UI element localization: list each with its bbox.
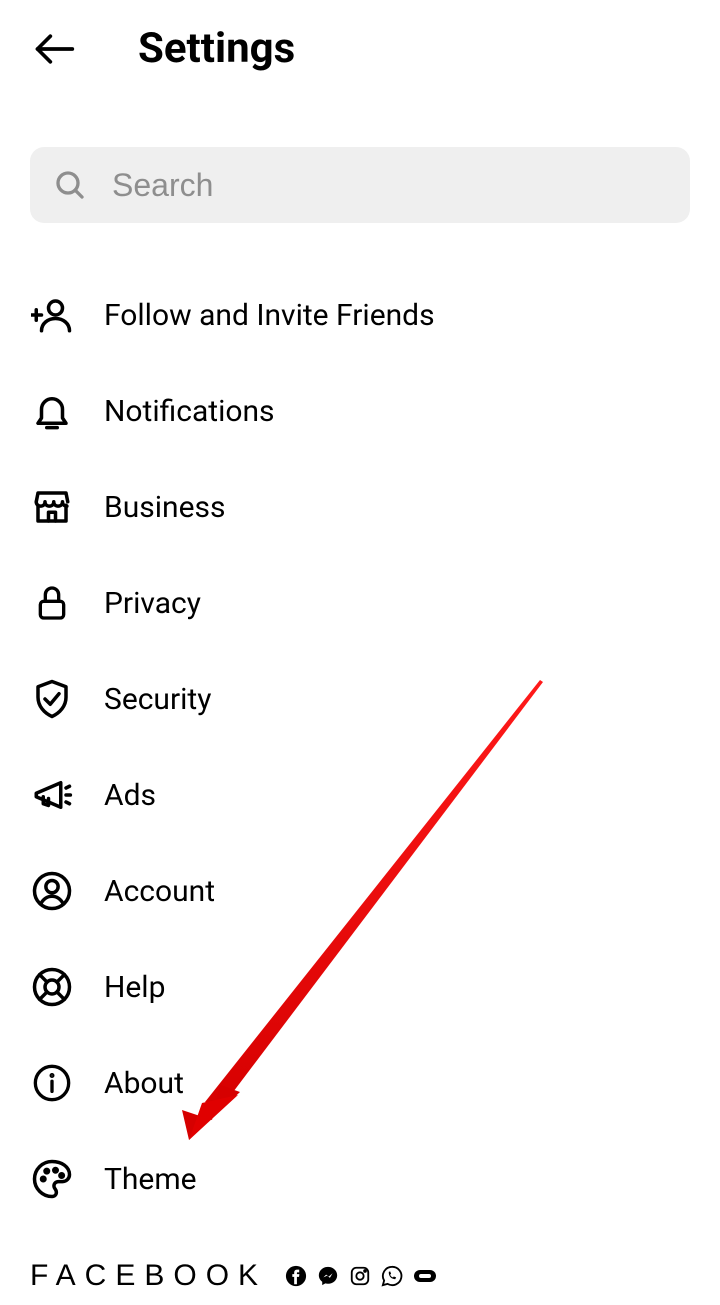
back-button[interactable] bbox=[30, 25, 78, 73]
menu-item-business[interactable]: Business bbox=[0, 459, 720, 555]
menu-item-account[interactable]: Account bbox=[0, 843, 720, 939]
menu-label: Account bbox=[104, 874, 215, 909]
menu-label: Help bbox=[104, 970, 165, 1005]
oculus-icon bbox=[413, 1268, 437, 1284]
menu-item-theme[interactable]: Theme bbox=[0, 1131, 720, 1227]
info-circle-icon bbox=[30, 1061, 74, 1105]
menu-item-ads[interactable]: Ads bbox=[0, 747, 720, 843]
page-title: Settings bbox=[138, 24, 295, 73]
megaphone-icon bbox=[30, 773, 74, 817]
footer: FACEBOOK bbox=[30, 1259, 437, 1293]
whatsapp-icon bbox=[381, 1265, 403, 1287]
person-plus-icon bbox=[30, 293, 74, 337]
bell-icon bbox=[30, 389, 74, 433]
instagram-icon bbox=[349, 1265, 371, 1287]
settings-menu: Follow and Invite Friends Notifications … bbox=[0, 267, 720, 1227]
menu-label: Follow and Invite Friends bbox=[104, 298, 435, 333]
menu-item-notifications[interactable]: Notifications bbox=[0, 363, 720, 459]
menu-label: Theme bbox=[104, 1162, 197, 1197]
menu-label: Business bbox=[104, 490, 225, 525]
menu-item-about[interactable]: About bbox=[0, 1035, 720, 1131]
lock-icon bbox=[30, 581, 74, 625]
facebook-icon bbox=[285, 1265, 307, 1287]
palette-icon bbox=[30, 1157, 74, 1201]
menu-label: Notifications bbox=[104, 394, 275, 429]
search-input[interactable] bbox=[112, 167, 666, 204]
search-icon bbox=[54, 169, 86, 201]
menu-item-follow-invite[interactable]: Follow and Invite Friends bbox=[0, 267, 720, 363]
shield-check-icon bbox=[30, 677, 74, 721]
menu-label: Privacy bbox=[104, 586, 201, 621]
messenger-icon bbox=[317, 1265, 339, 1287]
menu-item-privacy[interactable]: Privacy bbox=[0, 555, 720, 651]
menu-item-security[interactable]: Security bbox=[0, 651, 720, 747]
menu-label: About bbox=[104, 1066, 184, 1101]
facebook-brand-label: FACEBOOK bbox=[30, 1259, 267, 1293]
menu-label: Ads bbox=[104, 778, 156, 813]
storefront-icon bbox=[30, 485, 74, 529]
search-box[interactable] bbox=[30, 147, 690, 223]
menu-label: Security bbox=[104, 682, 211, 717]
lifebuoy-icon bbox=[30, 965, 74, 1009]
menu-item-help[interactable]: Help bbox=[0, 939, 720, 1035]
search-container bbox=[0, 147, 720, 223]
header: Settings bbox=[0, 0, 720, 97]
account-circle-icon bbox=[30, 869, 74, 913]
footer-brand-icons bbox=[285, 1265, 437, 1287]
back-arrow-icon bbox=[32, 27, 76, 71]
